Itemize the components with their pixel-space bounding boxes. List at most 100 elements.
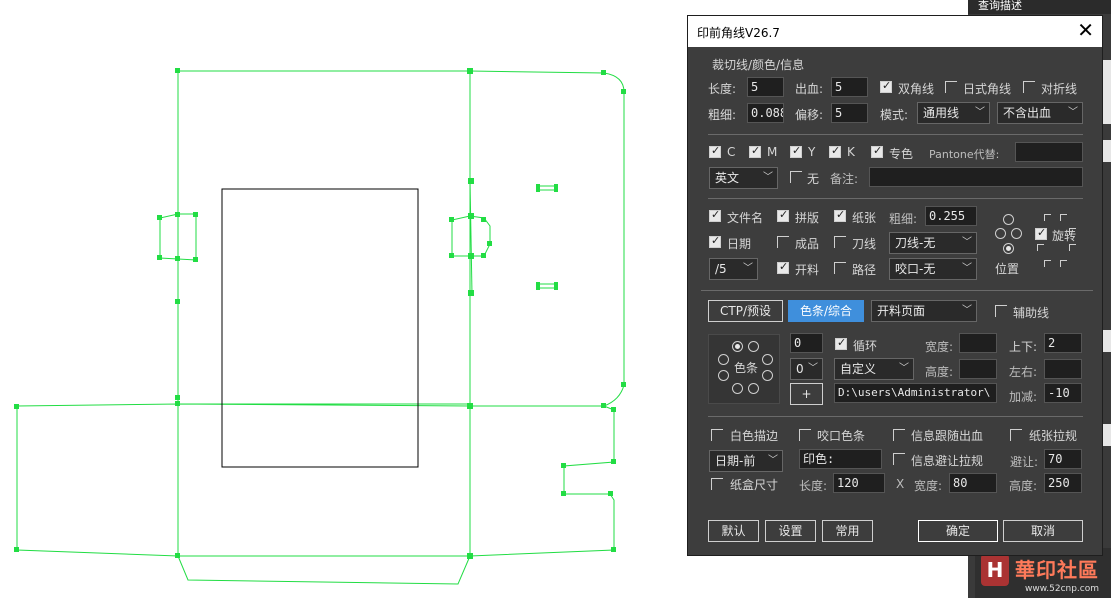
bite-colorbar-label: 咬口色条 — [817, 429, 866, 443]
rotate-corner-icon[interactable] — [1069, 244, 1076, 251]
colorbar-height-input[interactable] — [959, 359, 997, 379]
rotate-corner-icon[interactable] — [1060, 260, 1067, 267]
rotate-corner-icon[interactable] — [1044, 214, 1051, 221]
m-checkbox[interactable] — [749, 144, 761, 158]
background-panel-title: 查询描述 — [978, 0, 1022, 12]
chevron-down-icon: ﹀ — [962, 263, 972, 274]
common-button[interactable]: 常用 — [822, 520, 873, 542]
cut-page-select[interactable]: 开料页面 ﹀ — [871, 300, 977, 322]
thickness-input[interactable]: 0.088 — [747, 103, 784, 123]
colorbar-width-label: 宽度: — [925, 340, 954, 354]
bite-select[interactable]: 咬口-无 ﹀ — [889, 258, 977, 280]
product-checkbox[interactable] — [777, 236, 789, 248]
spot-color-checkbox[interactable] — [871, 144, 883, 158]
colorbar-count-input[interactable]: 0 — [790, 333, 823, 353]
offset-input[interactable]: 5 — [831, 103, 868, 123]
ok-button[interactable]: 确定 — [918, 520, 998, 542]
position-radio-bottom[interactable] — [1003, 243, 1014, 254]
colorbar-radio[interactable] — [718, 354, 729, 365]
info-bleed-checkbox[interactable] — [893, 429, 905, 441]
none-checkbox[interactable] — [790, 171, 802, 183]
dialog-title: 印前角线V26.7 — [697, 26, 780, 40]
length-input[interactable]: 5 — [747, 77, 784, 97]
chevron-down-icon: ﹀ — [899, 363, 909, 374]
rotate-corner-icon[interactable] — [1044, 260, 1051, 267]
offset-label: 偏移: — [795, 108, 824, 122]
leftright-input[interactable] — [1044, 359, 1082, 379]
dialog-titlebar[interactable]: 印前角线V26.7 ✕ — [688, 16, 1102, 47]
pantone-input[interactable] — [1015, 142, 1083, 162]
y-checkbox[interactable] — [790, 144, 802, 158]
fold-line-checkbox[interactable] — [1023, 81, 1035, 93]
custom-select[interactable]: 自定义 ﹀ — [834, 358, 914, 380]
box-length-input[interactable]: 120 — [833, 473, 885, 493]
colorbar-radio[interactable] — [762, 354, 773, 365]
tab-ctp-preset[interactable]: CTP/预设 — [708, 300, 783, 322]
imposition-checkbox[interactable] — [777, 208, 789, 222]
info-avoid-checkbox[interactable] — [893, 453, 905, 465]
knife-label: 刀线 — [852, 237, 877, 251]
c-checkbox[interactable] — [709, 144, 721, 158]
note-input[interactable] — [869, 167, 1083, 187]
language-select[interactable]: 英文 ﹀ — [709, 167, 778, 189]
rotate-corner-icon[interactable] — [1069, 228, 1076, 235]
aux-line-checkbox[interactable] — [995, 305, 1007, 317]
settings-button[interactable]: 设置 — [765, 520, 816, 542]
box-height-input[interactable]: 250 — [1044, 473, 1082, 493]
loop-checkbox[interactable] — [835, 336, 847, 350]
colorbar-path-input[interactable]: D:\users\Administrator\ — [834, 383, 997, 403]
bleed-mode-select[interactable]: 不含出血 ﹀ — [997, 102, 1083, 124]
plugin-dialog: 印前角线V26.7 ✕ 裁切线/颜色/信息 长度: 5 出血: 5 双角线 日式… — [687, 15, 1103, 556]
jp-corner-checkbox[interactable] — [945, 81, 957, 93]
position-radio-top[interactable] — [1003, 214, 1014, 225]
path-checkbox[interactable] — [834, 262, 846, 274]
box-size-checkbox[interactable] — [711, 478, 723, 490]
colorbar-radio[interactable] — [718, 370, 729, 381]
add-button[interactable]: + — [790, 383, 823, 405]
date-checkbox[interactable] — [709, 234, 721, 248]
date-position-select[interactable]: 日期-前 ﹀ — [709, 450, 783, 472]
white-edge-checkbox[interactable] — [711, 429, 723, 441]
colorbar-radio[interactable] — [732, 383, 743, 394]
colorbar-radio[interactable] — [748, 383, 759, 394]
info-thickness-input[interactable]: 0.255 — [925, 206, 977, 226]
colorbar-radio[interactable] — [732, 341, 743, 352]
tab-colorbar[interactable]: 色条/综合 — [788, 300, 864, 322]
knife-select[interactable]: 刀线-无 ﹀ — [889, 232, 977, 254]
filename-checkbox[interactable] — [709, 208, 721, 222]
position-radio-right[interactable] — [1011, 228, 1022, 239]
double-corner-checkbox[interactable] — [880, 79, 892, 93]
bleed-label: 出血: — [795, 82, 824, 96]
print-color-input[interactable]: 印色: — [799, 449, 882, 469]
cancel-button[interactable]: 取消 — [1003, 520, 1083, 542]
position-radio-left[interactable] — [995, 228, 1006, 239]
mode-select[interactable]: 通用线 ﹀ — [917, 102, 990, 124]
updown-input[interactable]: 2 — [1044, 333, 1082, 353]
rotate-corner-icon[interactable] — [1037, 244, 1044, 251]
bite-colorbar-checkbox[interactable] — [799, 429, 811, 441]
colorbar-radio[interactable] — [748, 341, 759, 352]
rotate-checkbox[interactable] — [1035, 226, 1047, 240]
trim-group-title: 裁切线/颜色/信息 — [712, 58, 805, 72]
addsub-input[interactable]: -10 — [1044, 383, 1082, 403]
box-width-input[interactable]: 80 — [949, 473, 997, 493]
k-checkbox[interactable] — [829, 144, 841, 158]
paper-checkbox[interactable] — [834, 208, 846, 222]
divider — [701, 290, 1093, 291]
chevron-down-icon: ﹀ — [763, 172, 773, 183]
bleed-input[interactable]: 5 — [831, 77, 868, 97]
box-size-label: 纸盒尺寸 — [730, 478, 779, 492]
date-format-select[interactable]: /5 ﹀ — [709, 258, 758, 280]
avoid-input[interactable]: 70 — [1044, 449, 1082, 469]
colorbar-radio[interactable] — [762, 370, 773, 381]
cut-checkbox[interactable] — [777, 260, 789, 274]
chevron-down-icon: ﹀ — [768, 455, 778, 466]
colorbar-width-input[interactable] — [959, 333, 997, 353]
close-icon[interactable]: ✕ — [1077, 19, 1094, 41]
knife-checkbox[interactable] — [834, 236, 846, 248]
default-button[interactable]: 默认 — [708, 520, 759, 542]
colorbar-type-select[interactable]: 0 ﹀ — [790, 358, 823, 380]
paper-rule-checkbox[interactable] — [1010, 429, 1022, 441]
rotate-corner-icon[interactable] — [1060, 214, 1067, 221]
dieline-top-right-panel — [469, 70, 625, 407]
